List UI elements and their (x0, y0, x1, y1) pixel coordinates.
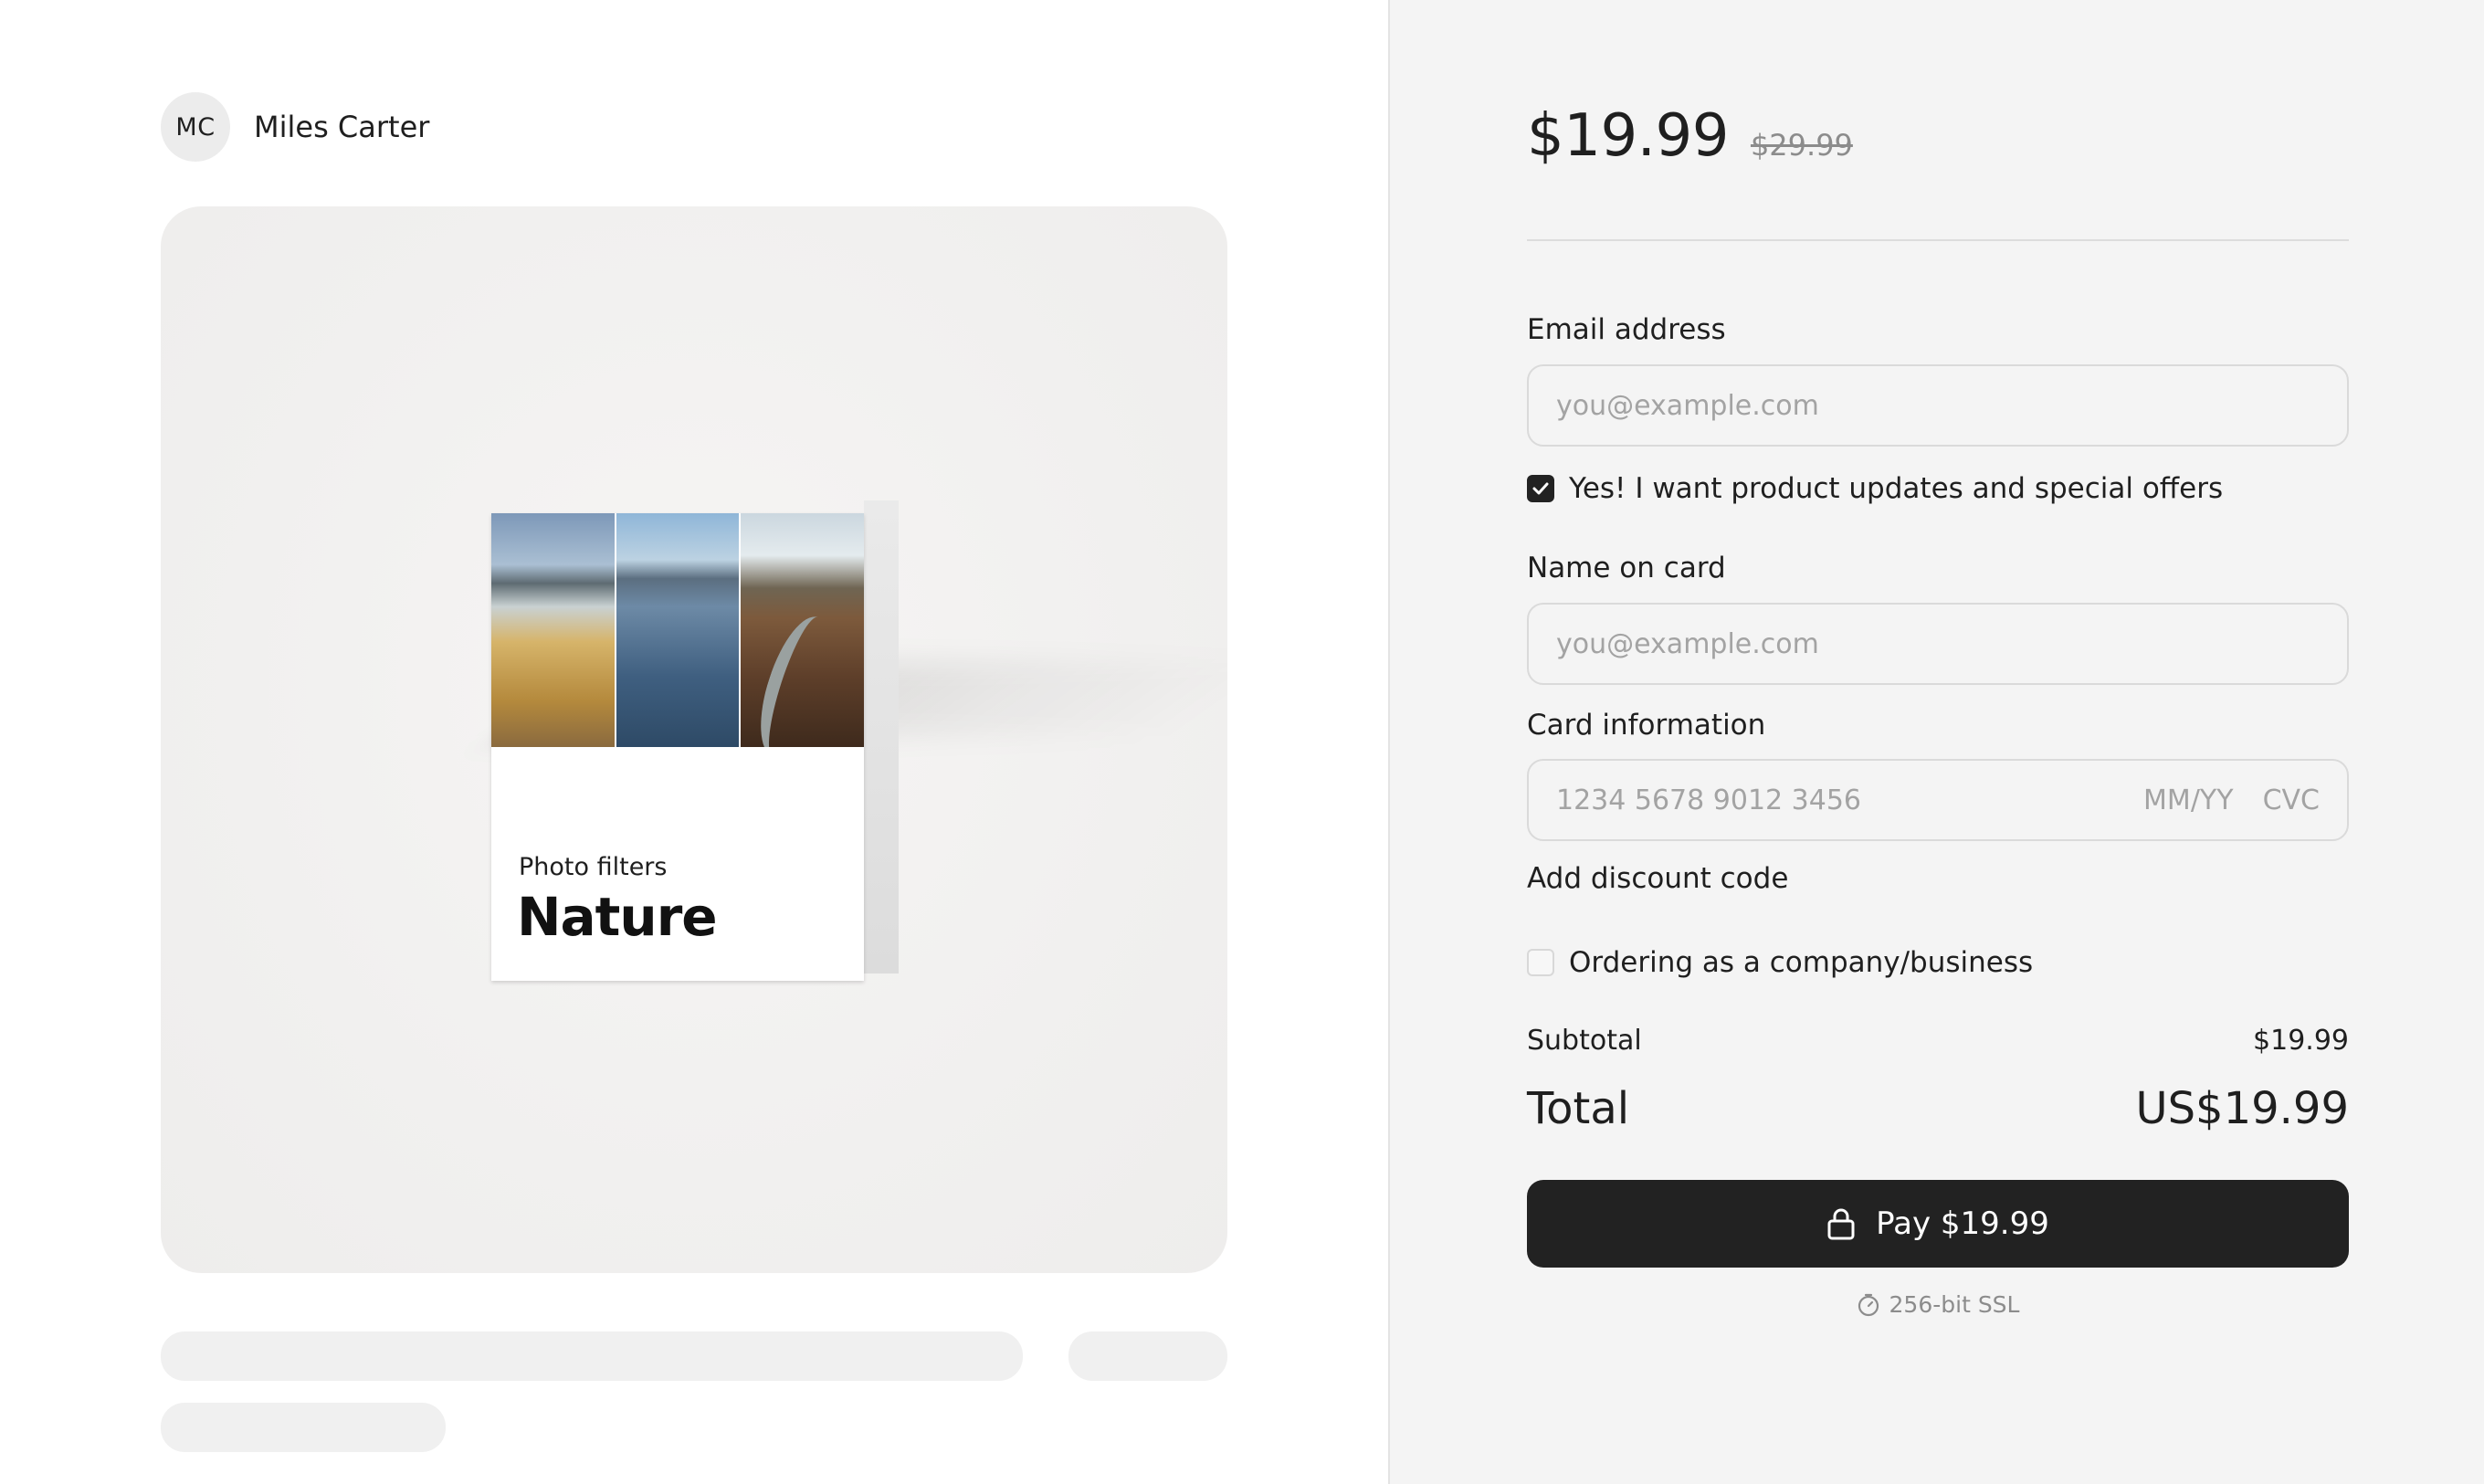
product-subtitle: Photo filters (519, 853, 668, 881)
skeleton-line (161, 1403, 446, 1452)
company-label: Ordering as a company/business (1569, 946, 2034, 979)
skeleton-line (161, 1331, 1023, 1381)
updates-checkbox[interactable] (1527, 475, 1554, 502)
company-opt[interactable]: Ordering as a company/business (1527, 946, 2033, 979)
product-title: Nature (517, 886, 718, 948)
card-cvc-input[interactable]: CVC (2263, 784, 2320, 816)
updates-label: Yes! I want product updates and special … (1569, 472, 2224, 505)
ssl-note: 256-bit SSL (1527, 1291, 2349, 1318)
original-price: $29.99 (1750, 128, 1853, 163)
ssl-label: 256-bit SSL (1889, 1291, 2020, 1318)
checkmark-icon (1532, 482, 1549, 495)
timer-icon (1857, 1293, 1880, 1317)
lock-icon (1826, 1207, 1856, 1240)
price-row: $19.99 $29.99 (1527, 102, 1853, 170)
card-number-input[interactable] (1556, 784, 2115, 816)
card-info-field[interactable]: MM/YY CVC (1527, 759, 2349, 841)
avatar: MC (161, 92, 230, 162)
card-info-label: Card information (1527, 709, 1766, 742)
pay-button-label: Pay $19.99 (1876, 1205, 2049, 1242)
photo-lake (616, 513, 740, 747)
seller-name: Miles Carter (254, 110, 430, 144)
seller-info: MC Miles Carter (161, 92, 429, 162)
current-price: $19.99 (1527, 102, 1729, 170)
product-image-card: Photo filters Nature (161, 206, 1227, 1273)
product-box-side (864, 500, 899, 974)
product-panel: MC Miles Carter Photo filters Nature (0, 0, 1388, 1484)
company-checkbox[interactable] (1527, 949, 1554, 976)
email-field[interactable] (1527, 364, 2349, 447)
add-discount-link[interactable]: Add discount code (1527, 862, 1788, 895)
email-label: Email address (1527, 313, 1726, 346)
checkout-panel: $19.99 $29.99 Email address Yes! I want … (1388, 0, 2484, 1484)
total-label: Total (1527, 1083, 1630, 1134)
total-value: US$19.99 (2135, 1083, 2349, 1134)
total-row: Total US$19.99 (1527, 1083, 2349, 1134)
subtotal-label: Subtotal (1527, 1025, 1642, 1057)
card-expiry-input[interactable]: MM/YY (2143, 784, 2234, 816)
photo-dune-grass (491, 513, 615, 747)
skeleton-line (1068, 1331, 1227, 1381)
photo-river-marsh (741, 513, 865, 747)
email-input[interactable] (1556, 389, 2320, 422)
divider (1527, 239, 2349, 241)
product-photos (491, 513, 865, 747)
pay-button[interactable]: Pay $19.99 (1527, 1180, 2349, 1268)
subtotal-row: Subtotal $19.99 (1527, 1025, 2349, 1057)
name-on-card-field[interactable] (1527, 603, 2349, 685)
name-on-card-label: Name on card (1527, 552, 1726, 584)
subtotal-value: $19.99 (2253, 1025, 2349, 1057)
updates-opt-in[interactable]: Yes! I want product updates and special … (1527, 472, 2223, 505)
product-box: Photo filters Nature (491, 513, 865, 981)
name-on-card-input[interactable] (1556, 627, 2320, 660)
